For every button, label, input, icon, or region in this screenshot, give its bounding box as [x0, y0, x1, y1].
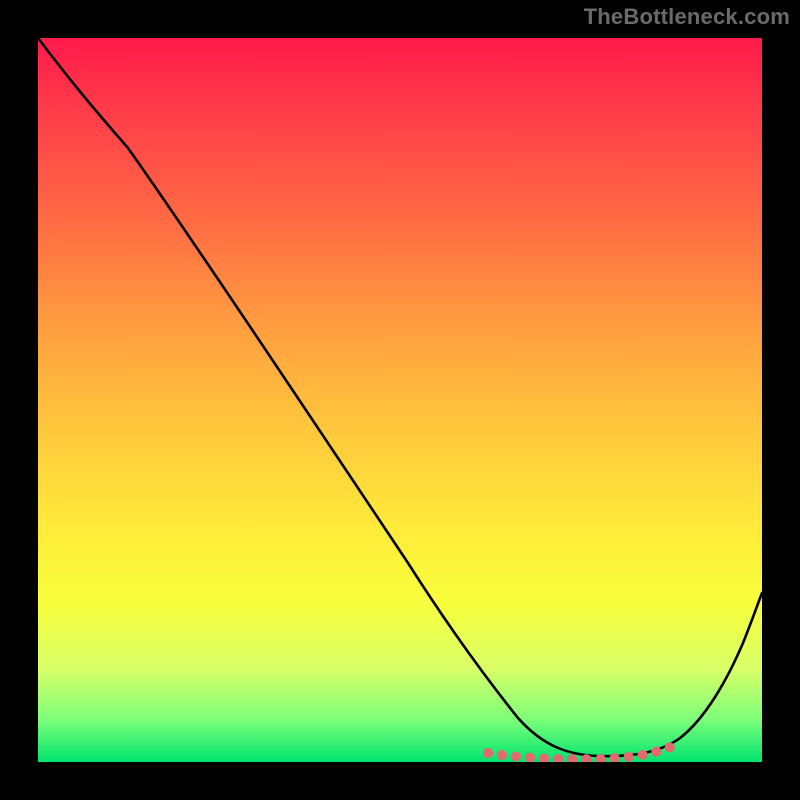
chart-svg [38, 38, 762, 762]
plot-area [38, 38, 762, 762]
watermark-text: TheBottleneck.com [584, 4, 790, 30]
bottleneck-curve [38, 38, 762, 756]
chart-frame: TheBottleneck.com [0, 0, 800, 800]
